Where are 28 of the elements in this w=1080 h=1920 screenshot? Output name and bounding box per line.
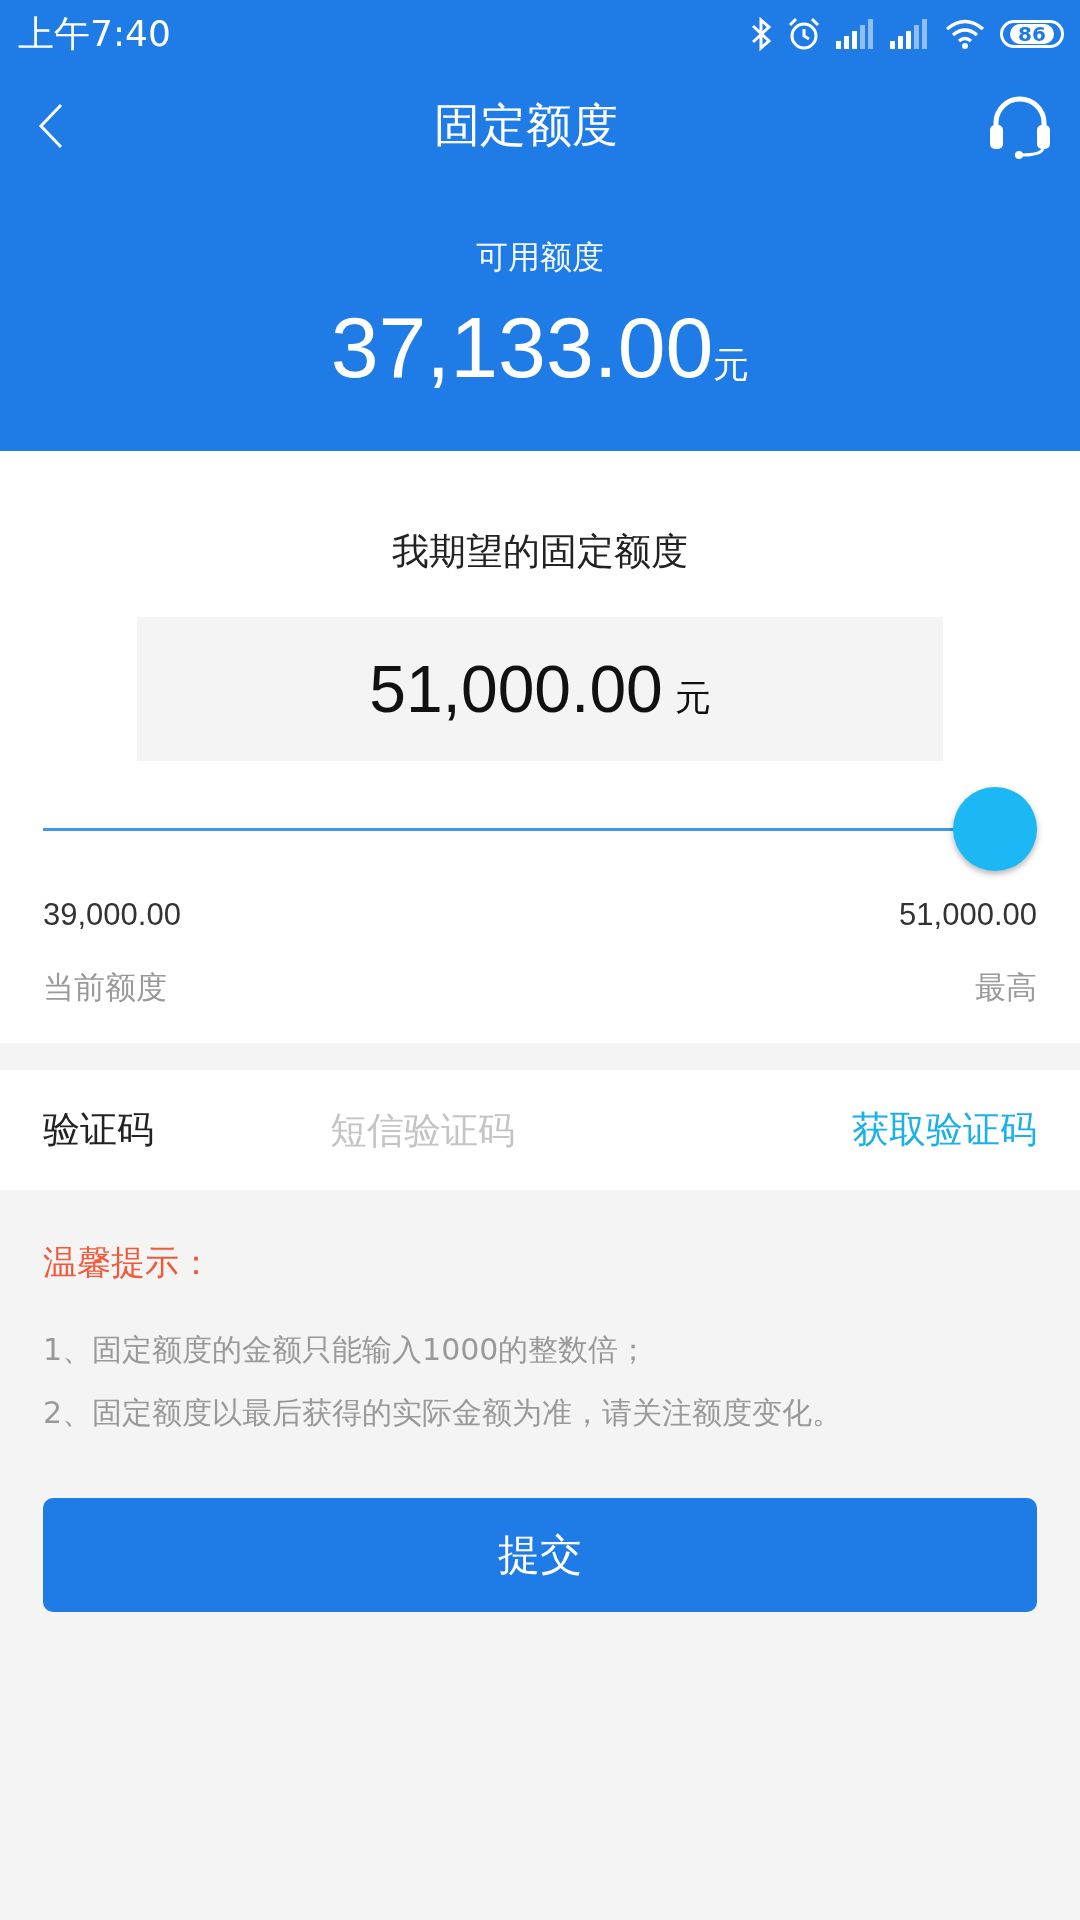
code-label: 验证码 [43, 1107, 155, 1153]
tips-title: 温馨提示： [43, 1241, 214, 1284]
get-code-link[interactable]: 获取验证码 [852, 1105, 1037, 1155]
alarm-clock-icon [786, 16, 822, 52]
available-label: 可用额度 [476, 237, 604, 278]
page-title: 固定额度 [434, 97, 618, 154]
submit-button[interactable]: 提交 [43, 1498, 1037, 1612]
sms-code-field[interactable]: 短信验证码 [330, 1108, 852, 1152]
section-title: 我期望的固定额度 [391, 529, 689, 575]
max-label: 最高 [975, 968, 1037, 1007]
max-value: 51,000.00 [899, 897, 1037, 933]
slider[interactable] [43, 787, 1037, 871]
slider-thumb[interactable] [953, 787, 1037, 871]
battery-indicator: 86 [1000, 20, 1064, 48]
min-value: 39,000.00 [43, 897, 181, 933]
bluetooth-icon [750, 17, 772, 51]
signal-icon [836, 19, 876, 49]
available-amount: 37,133.00 [330, 298, 714, 397]
back-icon[interactable] [38, 103, 64, 149]
currency-unit: 元 [674, 675, 711, 720]
min-label: 当前额度 [43, 968, 167, 1007]
wifi-icon [944, 18, 986, 50]
expected-amount: 51,000.00 [369, 651, 663, 727]
tip-text: 2、固定额度以最后获得的实际金额为准，请关注额度变化。 [43, 1394, 844, 1432]
signal-icon [890, 19, 930, 49]
tip-text: 1、固定额度的金额只能输入1000的整数倍； [43, 1331, 650, 1369]
status-time: 上午7:40 [18, 11, 171, 56]
currency-unit: 元 [713, 343, 750, 387]
